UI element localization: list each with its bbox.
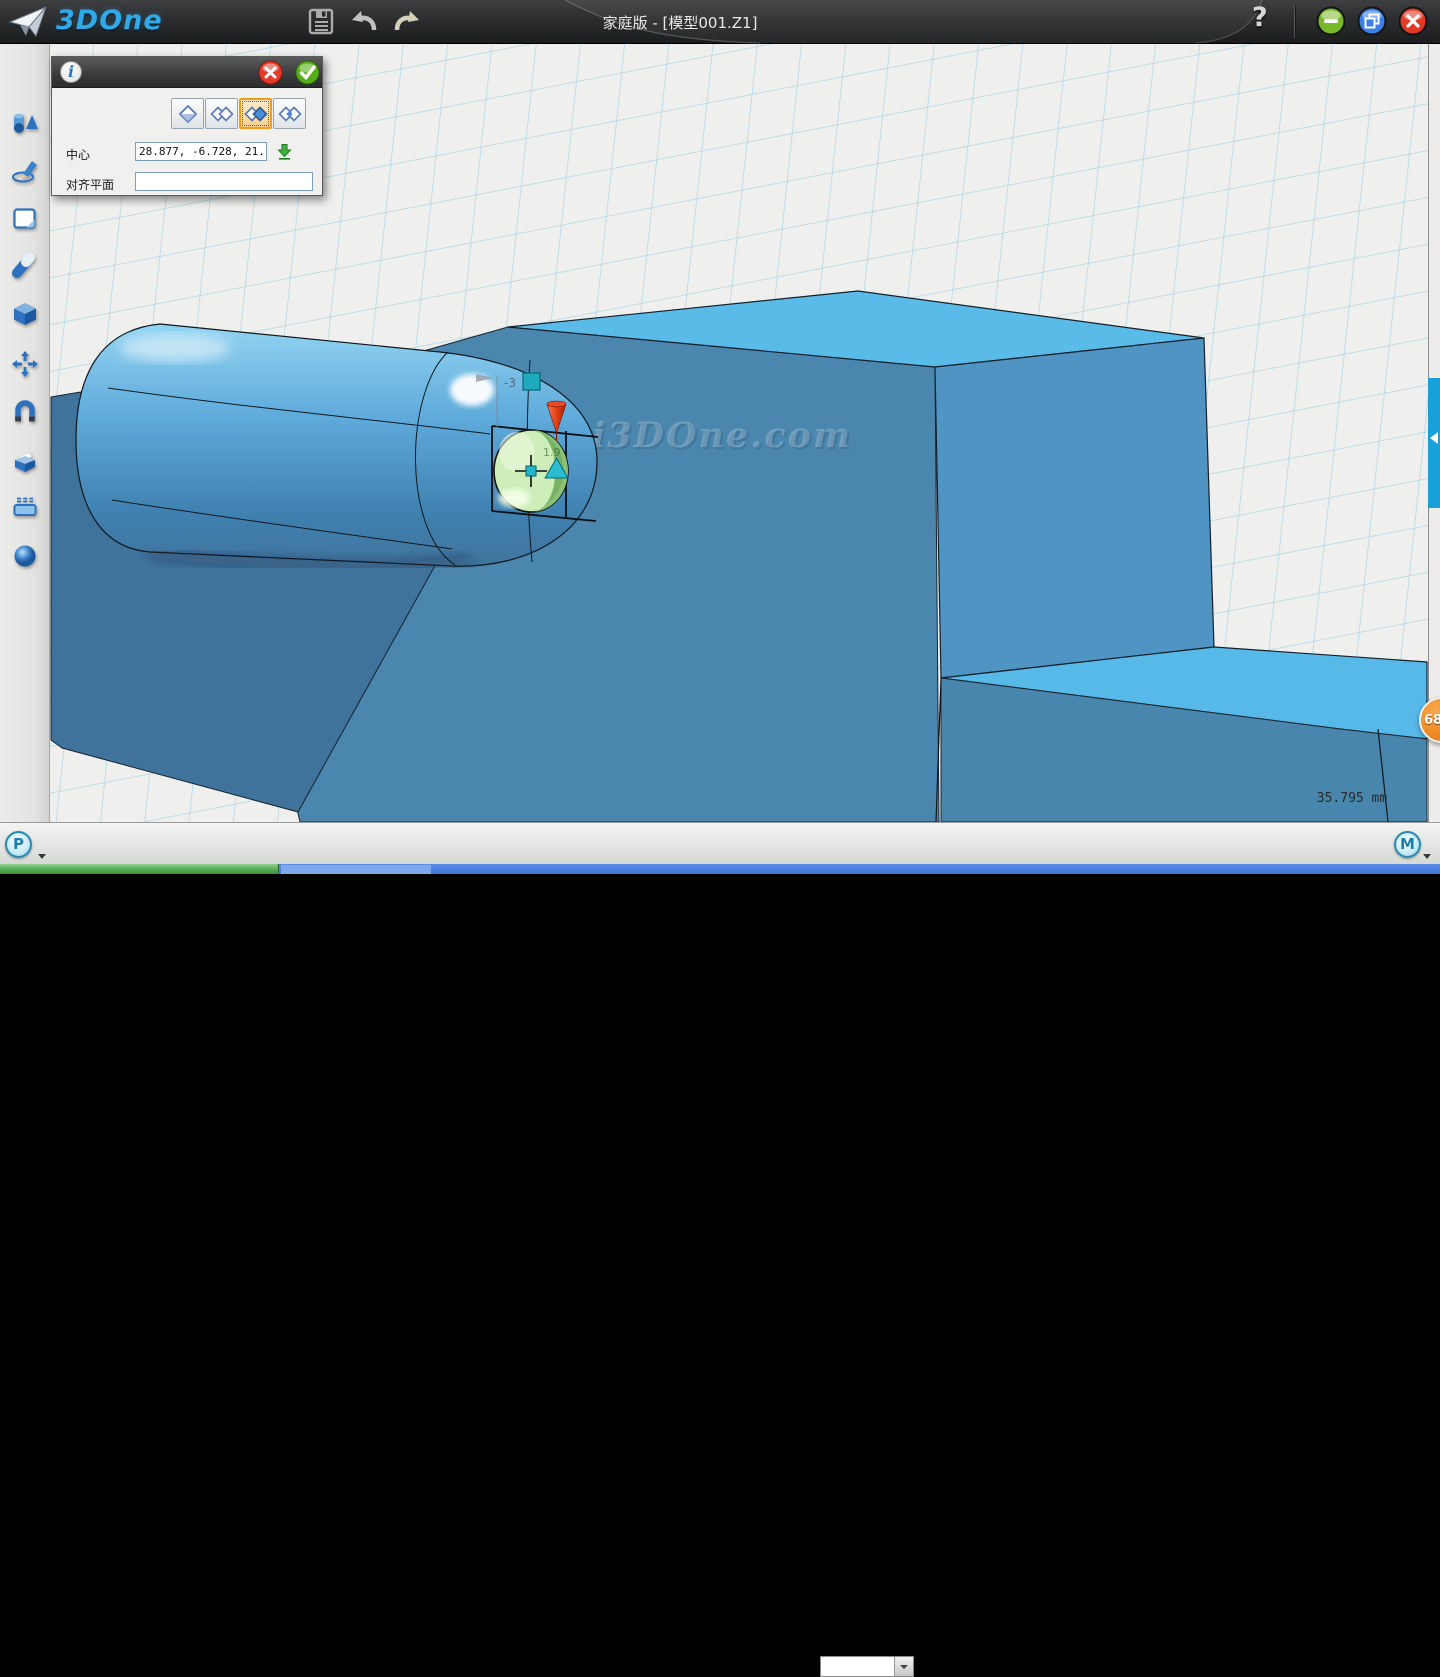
restore-button[interactable] bbox=[1357, 6, 1387, 36]
dialog-confirm-button[interactable] bbox=[295, 60, 320, 85]
solid-cube-icon[interactable] bbox=[11, 300, 39, 328]
part-menu-button[interactable]: P bbox=[5, 831, 32, 858]
magnet-icon[interactable] bbox=[11, 398, 39, 426]
help-button[interactable]: ? bbox=[1252, 2, 1268, 33]
app-logo-text: 3DOne bbox=[56, 5, 163, 36]
paper-plane-logo bbox=[8, 5, 50, 39]
move-icon[interactable] bbox=[11, 350, 39, 378]
undo-icon[interactable] bbox=[350, 8, 378, 36]
close-button[interactable] bbox=[1398, 6, 1428, 36]
sketch-plane-icon[interactable] bbox=[11, 205, 39, 233]
center-field-input[interactable] bbox=[135, 142, 267, 161]
view-dropdown[interactable] bbox=[820, 1656, 914, 1677]
center-field-label: 中心 bbox=[66, 146, 90, 163]
drag-square-handle[interactable] bbox=[523, 373, 540, 390]
feature-dialog: i bbox=[51, 56, 323, 196]
dropdown-button[interactable] bbox=[894, 1657, 913, 1676]
sketch-draw-icon[interactable] bbox=[11, 157, 39, 185]
mode-menu-dropdown-arrow[interactable] bbox=[1423, 854, 1431, 859]
mode-diamond-outline[interactable] bbox=[171, 98, 204, 129]
mode-diamond-pair-dot[interactable] bbox=[273, 98, 306, 129]
left-toolbar bbox=[0, 44, 50, 822]
align-plane-field-label: 对齐平面 bbox=[66, 176, 114, 193]
radius-dim-label: 1.9 bbox=[543, 446, 561, 459]
offset-dim-label: -3 bbox=[504, 376, 516, 390]
svg-text:i3DOne.com: i3DOne.com bbox=[592, 415, 852, 456]
model-right-face[interactable] bbox=[935, 338, 1214, 678]
align-plane-field-input[interactable] bbox=[135, 172, 313, 191]
material-sphere-icon[interactable] bbox=[11, 542, 39, 570]
panel-expand-tab[interactable] bbox=[1428, 378, 1440, 508]
titlebar-separator bbox=[1294, 6, 1295, 38]
save-icon[interactable] bbox=[308, 8, 334, 36]
title-bar: 3DOne 家庭版 - [模型001.Z1] ? bbox=[0, 0, 1440, 44]
taskbar-green-segment bbox=[0, 864, 279, 874]
redo-icon[interactable] bbox=[393, 8, 421, 36]
badge-value: 68 bbox=[1424, 713, 1440, 728]
assembly-box-icon[interactable] bbox=[11, 447, 39, 475]
info-icon: i bbox=[60, 61, 82, 83]
solid-primitives-icon[interactable] bbox=[11, 108, 39, 136]
collapse-left-arrow-icon bbox=[1430, 432, 1438, 444]
taskbar-light-segment bbox=[281, 865, 431, 874]
solid-model[interactable]: i3DOne.com i3DOne.com bbox=[51, 291, 1427, 822]
taskbar-edge bbox=[0, 864, 1440, 874]
part-menu-dropdown-arrow[interactable] bbox=[38, 854, 46, 859]
window-title: 家庭版 - [模型001.Z1] bbox=[480, 12, 880, 33]
minimize-button[interactable] bbox=[1316, 6, 1346, 36]
sweep-feature-icon[interactable] bbox=[11, 252, 39, 280]
dropdown-arrow-icon bbox=[900, 1665, 908, 1669]
dialog-header[interactable]: i bbox=[52, 57, 322, 88]
mode-menu-button[interactable]: M bbox=[1394, 831, 1421, 858]
minus-icon bbox=[1324, 19, 1338, 23]
dialog-cancel-button[interactable] bbox=[258, 60, 283, 85]
tray-icon[interactable] bbox=[11, 493, 39, 521]
green-drop-arrow-icon[interactable] bbox=[276, 143, 293, 160]
dimension-readout: 35.795 mm bbox=[1317, 791, 1388, 806]
watermark: i3DOne.com i3DOne.com bbox=[592, 415, 854, 458]
mode-button-row bbox=[171, 98, 306, 129]
mode-diamond-pair-filled[interactable] bbox=[239, 98, 272, 129]
mode-diamond-pair[interactable] bbox=[205, 98, 238, 129]
status-bar: P M bbox=[0, 822, 1440, 864]
